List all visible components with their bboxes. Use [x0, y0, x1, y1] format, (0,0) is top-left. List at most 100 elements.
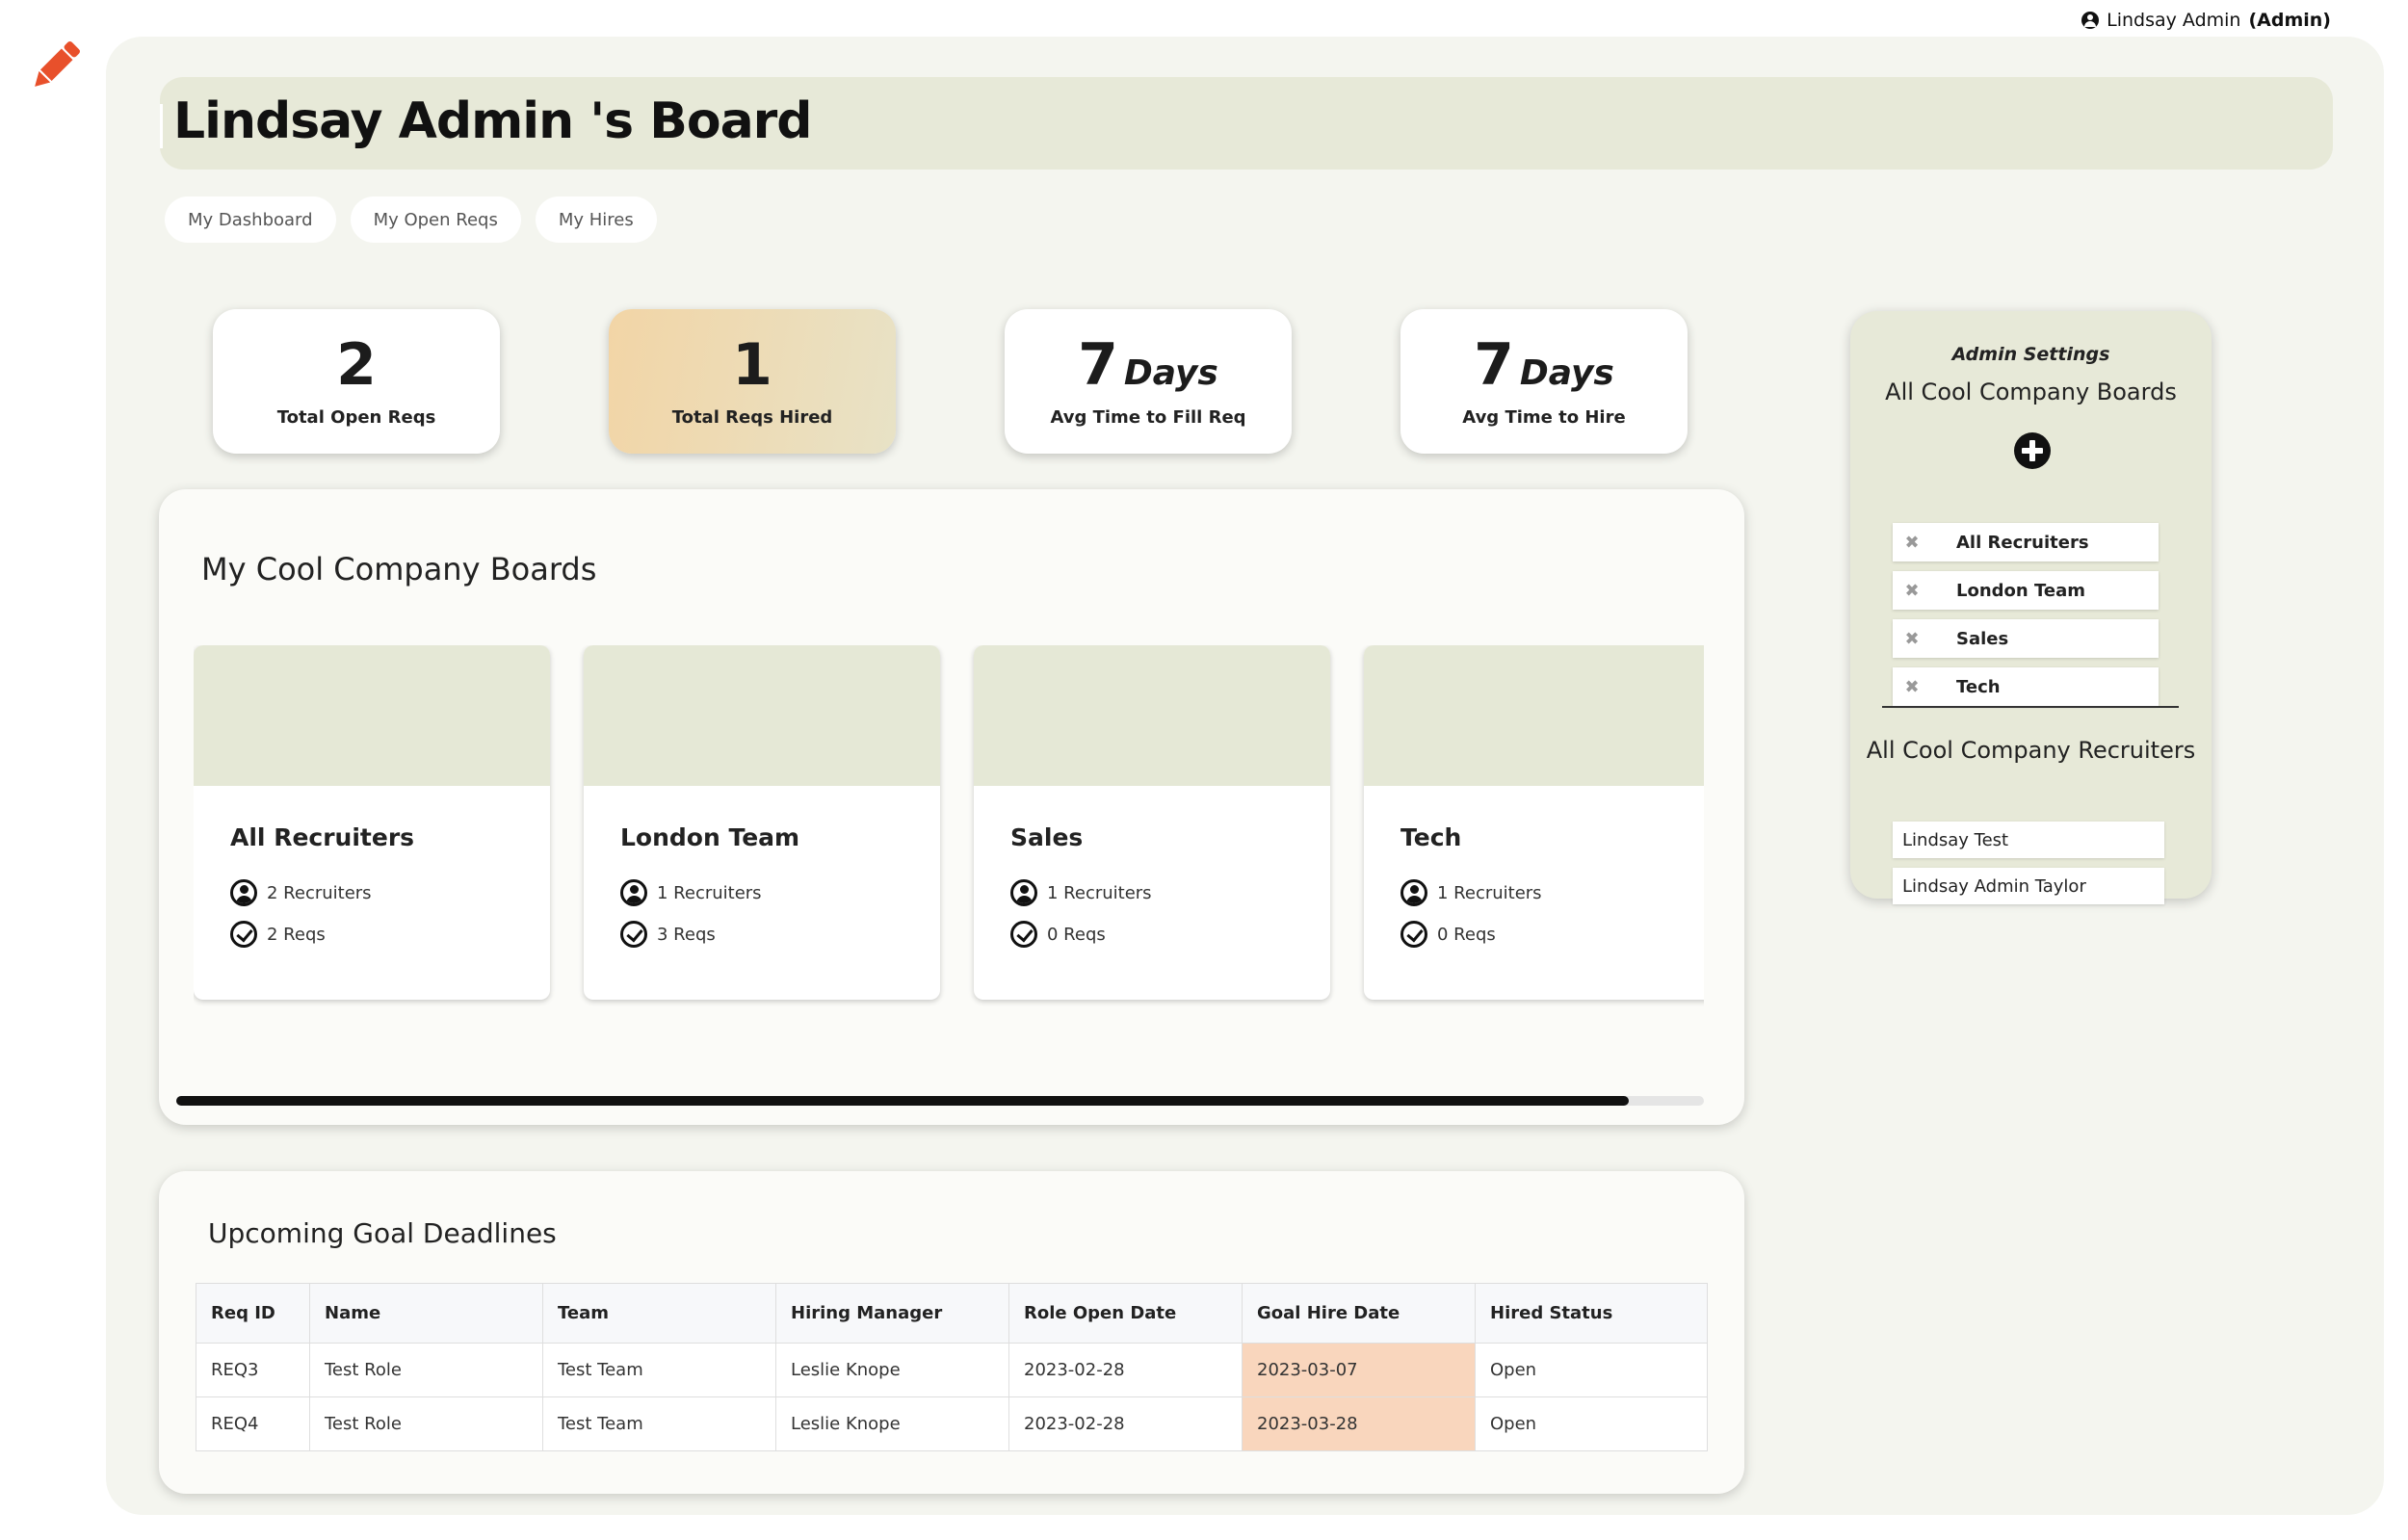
tab-my-open-reqs[interactable]: My Open Reqs — [350, 196, 521, 243]
person-icon — [230, 879, 257, 906]
cell-role-open-date: 2023-02-28 — [1008, 1396, 1243, 1451]
admin-board-name: Tech — [1956, 676, 2001, 697]
cell-role-open-date: 2023-02-28 — [1008, 1343, 1243, 1397]
stat-label: Avg Time to Hire — [1462, 406, 1626, 428]
tab-my-hires[interactable]: My Hires — [535, 196, 657, 243]
cell-goal-hire-date: 2023-03-28 — [1242, 1396, 1476, 1451]
stat-label: Total Reqs Hired — [671, 406, 833, 428]
stat-total-reqs-hired: 1 Total Reqs Hired — [609, 309, 896, 454]
board-recruiters: 1 Recruiters — [620, 879, 762, 906]
board-reqs-count: 2 Reqs — [267, 924, 326, 945]
remove-board-icon[interactable]: ✖ — [1893, 533, 1931, 553]
cell-team: Test Team — [542, 1343, 776, 1397]
admin-board-item[interactable]: ✖ Sales — [1893, 619, 2159, 658]
admin-board-item[interactable]: ✖ Tech — [1893, 667, 2159, 706]
boards-carousel: All Recruiters 2 Recruiters 2 Reqs Londo… — [194, 645, 1704, 1006]
table-row[interactable]: REQ3 Test Role Test Team Leslie Knope 20… — [196, 1343, 1708, 1397]
admin-board-name: Sales — [1956, 628, 2009, 649]
scrollbar-thumb[interactable] — [176, 1096, 1629, 1106]
pencil-icon[interactable] — [24, 34, 88, 97]
column-header: Hired Status — [1475, 1283, 1708, 1344]
cell-hired-status: Open — [1475, 1343, 1708, 1397]
admin-board-item[interactable]: ✖ All Recruiters — [1893, 523, 2159, 561]
board-recruiters: 1 Recruiters — [1010, 879, 1152, 906]
board-card-tech[interactable]: Tech 1 Recruiters 0 Reqs — [1364, 645, 1704, 1000]
board-card-london-team[interactable]: London Team 1 Recruiters 3 Reqs — [584, 645, 940, 1000]
person-icon — [1010, 879, 1037, 906]
tab-my-dashboard[interactable]: My Dashboard — [165, 196, 336, 243]
person-icon — [1400, 879, 1427, 906]
check-circle-icon — [620, 921, 647, 948]
user-name: Lindsay Admin — [2107, 10, 2241, 31]
tab-bar: My Dashboard My Open Reqs My Hires — [165, 196, 657, 243]
board-reqs: 0 Reqs — [1400, 921, 1496, 948]
user-menu[interactable]: Lindsay Admin (Admin) — [2081, 10, 2331, 31]
check-circle-icon — [1400, 921, 1427, 948]
board-name: Tech — [1400, 823, 1462, 851]
column-header: Hiring Manager — [775, 1283, 1009, 1344]
cell-name: Test Role — [309, 1343, 543, 1397]
check-circle-icon — [230, 921, 257, 948]
cell-goal-hire-date: 2023-03-07 — [1242, 1343, 1476, 1397]
board-card-sales[interactable]: Sales 1 Recruiters 0 Reqs — [974, 645, 1330, 1000]
board-name: All Recruiters — [230, 823, 415, 851]
admin-board-name: London Team — [1956, 580, 2085, 601]
horizontal-scrollbar[interactable] — [176, 1096, 1704, 1106]
cell-hired-status: Open — [1475, 1396, 1708, 1451]
stat-value: 1 — [732, 330, 772, 399]
remove-board-icon[interactable]: ✖ — [1893, 677, 1931, 697]
stat-total-open-reqs: 2 Total Open Reqs — [213, 309, 500, 454]
admin-settings-panel: Admin Settings All Cool Company Boards ✖… — [1850, 311, 2212, 904]
recruiter-item[interactable]: Lindsay Test — [1893, 822, 2164, 858]
stat-avg-time-to-hire: 7 Days Avg Time to Hire — [1400, 309, 1688, 454]
all-recruiters-title: All Cool Company Recruiters — [1866, 737, 2196, 764]
stat-value: 2 — [336, 330, 377, 399]
board-recruiters-count: 1 Recruiters — [657, 882, 762, 903]
text-cursor — [160, 104, 163, 148]
add-board-icon[interactable] — [2014, 432, 2051, 469]
cell-req-id: REQ4 — [196, 1396, 310, 1451]
recruiter-item[interactable]: Lindsay Admin Taylor — [1893, 868, 2164, 904]
board-reqs-count: 3 Reqs — [657, 924, 716, 945]
stat-label: Avg Time to Fill Req — [1050, 406, 1246, 428]
board-recruiters-count: 1 Recruiters — [1437, 882, 1542, 903]
person-icon — [620, 879, 647, 906]
stat-label: Total Open Reqs — [276, 406, 436, 428]
remove-board-icon[interactable]: ✖ — [1893, 629, 1931, 649]
check-circle-icon — [1010, 921, 1037, 948]
board-reqs-count: 0 Reqs — [1047, 924, 1106, 945]
admin-board-item[interactable]: ✖ London Team — [1893, 571, 2159, 610]
cell-hiring-manager: Leslie Knope — [775, 1343, 1009, 1397]
board-recruiters-count: 2 Recruiters — [267, 882, 372, 903]
board-banner — [584, 645, 940, 786]
divider — [1882, 706, 2179, 708]
table-row[interactable]: REQ4 Test Role Test Team Leslie Knope 20… — [196, 1396, 1708, 1451]
title-bar: Lindsay Admin 's Board — [160, 77, 2333, 170]
admin-board-name: All Recruiters — [1956, 532, 2089, 553]
stat-unit: Days — [1123, 352, 1218, 393]
page-title[interactable]: Lindsay Admin 's Board — [173, 92, 813, 150]
column-header: Role Open Date — [1008, 1283, 1243, 1344]
board-reqs: 3 Reqs — [620, 921, 716, 948]
stat-value: 7 — [1474, 330, 1514, 399]
board-reqs: 2 Reqs — [230, 921, 326, 948]
user-icon — [2081, 12, 2100, 29]
board-banner — [194, 645, 550, 786]
stat-value: 7 — [1078, 330, 1118, 399]
board-reqs: 0 Reqs — [1010, 921, 1106, 948]
board-recruiters-count: 1 Recruiters — [1047, 882, 1152, 903]
board-recruiters: 1 Recruiters — [1400, 879, 1542, 906]
cell-name: Test Role — [309, 1396, 543, 1451]
admin-settings-title: Admin Settings — [1951, 344, 2110, 365]
remove-board-icon[interactable]: ✖ — [1893, 581, 1931, 601]
table-header-row: Req ID Name Team Hiring Manager Role Ope… — [196, 1283, 1708, 1344]
goals-table: Req ID Name Team Hiring Manager Role Ope… — [196, 1283, 1708, 1451]
column-header: Name — [309, 1283, 543, 1344]
cell-req-id: REQ3 — [196, 1343, 310, 1397]
column-header: Goal Hire Date — [1242, 1283, 1476, 1344]
boards-panel: My Cool Company Boards All Recruiters 2 … — [159, 489, 1744, 1125]
goals-panel: Upcoming Goal Deadlines Req ID Name Team… — [159, 1171, 1744, 1494]
column-header: Req ID — [196, 1283, 310, 1344]
cell-team: Test Team — [542, 1396, 776, 1451]
board-card-all-recruiters[interactable]: All Recruiters 2 Recruiters 2 Reqs — [194, 645, 550, 1000]
